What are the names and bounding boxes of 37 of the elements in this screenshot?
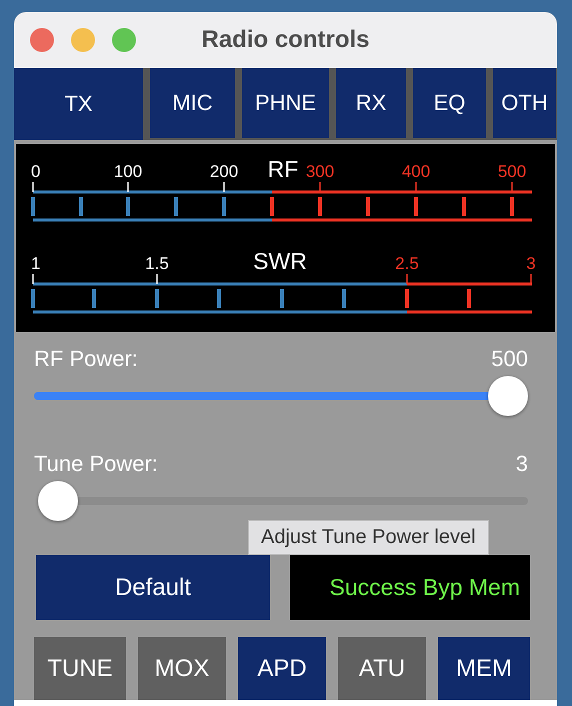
- slider[interactable]: [38, 481, 528, 521]
- tab[interactable]: TX: [14, 68, 143, 140]
- status-display: Success Byp Mem: [290, 555, 530, 620]
- tab[interactable]: PHNE: [242, 68, 329, 138]
- default-button[interactable]: Default: [36, 555, 270, 620]
- toggle-button[interactable]: ATU: [338, 637, 426, 701]
- meter-title: SWR: [253, 248, 307, 274]
- scale-label: 100: [114, 162, 142, 181]
- tab[interactable]: MIC: [150, 68, 235, 138]
- scale-label: 3: [526, 254, 536, 273]
- close-window-button[interactable]: [30, 28, 54, 52]
- toggle-button[interactable]: APD: [238, 637, 326, 701]
- scale-label: 2.5: [395, 254, 419, 273]
- slider-label: Tune Power:: [34, 451, 158, 477]
- scale-label: 1: [31, 254, 40, 273]
- tab[interactable]: OTH: [493, 68, 556, 138]
- meter-title: RF: [268, 156, 298, 182]
- slider-thumb[interactable]: [488, 376, 528, 416]
- toggle-button[interactable]: MOX: [138, 637, 226, 701]
- toggle-button[interactable]: TUNE: [34, 637, 126, 701]
- scale-label: 0: [31, 162, 40, 181]
- scale-label: 1.5: [145, 254, 169, 273]
- slider-value: 3: [516, 451, 528, 477]
- slider[interactable]: [34, 376, 528, 416]
- zoom-window-button[interactable]: [112, 28, 136, 52]
- tooltip: Adjust Tune Power level: [248, 520, 489, 555]
- tab[interactable]: RX: [336, 68, 406, 138]
- slider-thumb[interactable]: [38, 481, 78, 521]
- tab[interactable]: EQ: [413, 68, 486, 138]
- scale-label: 300: [306, 162, 334, 181]
- scale-label: 200: [210, 162, 238, 181]
- scale-label: 500: [498, 162, 526, 181]
- toggle-button[interactable]: MEM: [438, 637, 530, 701]
- slider-value: 500: [491, 346, 528, 372]
- slider-label: RF Power:: [34, 346, 138, 372]
- window-title: Radio controls: [201, 26, 370, 53]
- scale-label: 400: [402, 162, 430, 181]
